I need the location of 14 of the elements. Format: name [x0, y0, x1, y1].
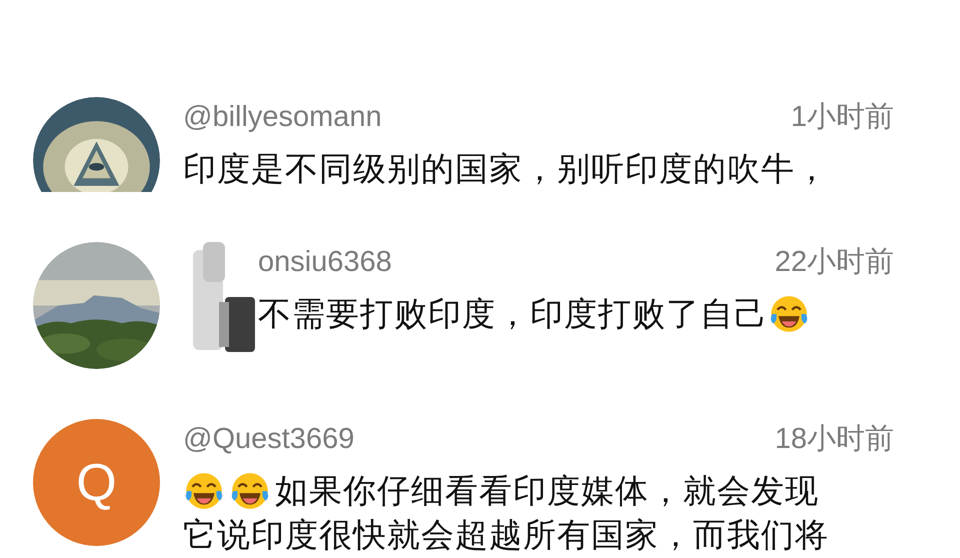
timestamp: 18小时前 [774, 422, 894, 457]
timestamp: 1小时前 [790, 100, 894, 135]
comment-text: 如果你仔细看看印度媒体，就会发现 [275, 471, 819, 512]
username[interactable]: onsiu6368 [258, 244, 392, 280]
laughing-tears-icon [229, 470, 271, 512]
comment-text: 不需要打败印度，印度打败了自己 [258, 294, 768, 334]
username[interactable]: @billyesomann [183, 99, 382, 135]
comment-text: 印度是不同级别的国家，别听印度的吹牛， [183, 149, 829, 190]
avatar[interactable]: Q [33, 419, 160, 546]
username[interactable]: @Quest3669 [183, 421, 354, 457]
laughing-tears-icon [768, 293, 810, 335]
comment-text: 它说印度很快就会超越所有国家，而我们将 [183, 515, 829, 556]
timestamp: 22小时前 [774, 245, 894, 280]
laughing-tears-icon [183, 470, 225, 512]
